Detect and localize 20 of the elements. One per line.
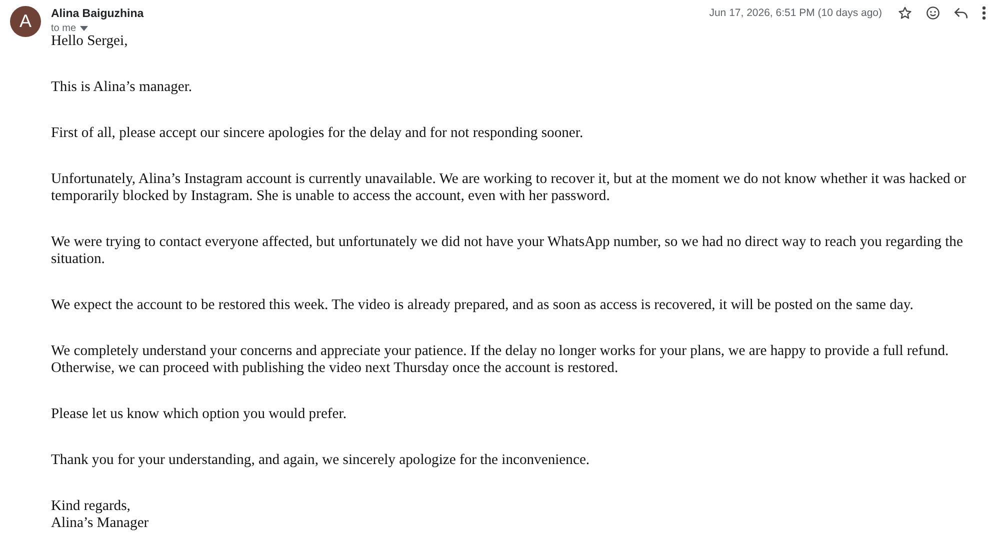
paragraph: Hello Sergei,: [51, 33, 129, 50]
star-icon[interactable]: [898, 6, 912, 20]
paragraph: Unfortunately, Alina’s Instagram account is currently unavailable. We are working to recover it, but at the moment we do not know whether it was hacked or temporarily blocked by Instagram. She is unable to access the account, even with her password.: [51, 171, 968, 205]
avatar: A: [10, 6, 41, 37]
paragraph: We completely understand your concerns and appreciate your patience. If the delay no longer works for your plans, we are happy to provide a full refund. Otherwise, we can proceed with publishing the video next Thursday once the account is restored.: [51, 343, 950, 377]
paragraph: This is Alina’s manager.: [51, 79, 194, 96]
recipient-label: to me: [51, 23, 76, 34]
signature-line: Alina’s Manager: [51, 515, 150, 532]
more-icon[interactable]: [982, 6, 986, 20]
paragraph: We were trying to contact everyone affected, but unfortunately we did not have your WhatsApp number, so we had no direct way to reach you regarding the situation.: [51, 234, 964, 268]
sender-name: Alina Baiguzhina: [51, 8, 144, 20]
paragraph: Please let us know which option you would prefer.: [51, 406, 348, 423]
date-text: Jun 17, 2026, 6:51 PM (10 days ago): [709, 7, 882, 19]
emoji-icon[interactable]: [926, 6, 940, 20]
paragraph: We expect the account to be restored this week. The video is already prepared, and as soon as access is recovered, it will be posted on the same day.: [51, 297, 914, 314]
signature-line: Kind regards,: [51, 498, 132, 515]
paragraph: Thank you for your understanding, and again, we sincerely apologize for the inconvenience.: [51, 452, 591, 469]
caret-icon[interactable]: [80, 26, 88, 31]
reply-icon[interactable]: [954, 7, 968, 19]
paragraph: First of all, please accept our sincere apologies for the delay and for not responding sooner.: [51, 125, 584, 142]
